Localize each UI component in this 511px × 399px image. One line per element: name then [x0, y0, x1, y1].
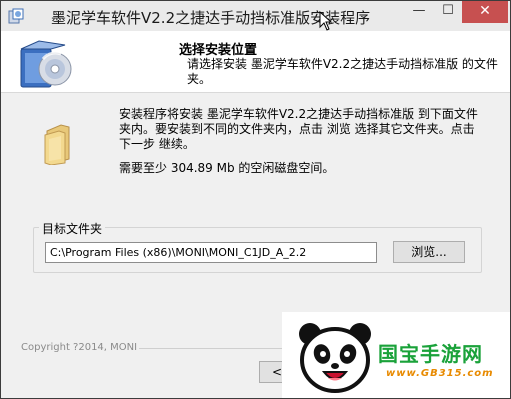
page-title: 选择安装位置: [179, 43, 258, 58]
copyright-text: Copyright ?2014, MONI: [21, 342, 138, 353]
destination-path-input[interactable]: [45, 242, 377, 263]
close-button[interactable]: ✕: [462, 1, 508, 23]
install-instruction: 安装程序将安装 墨泥学车软件V2.2之捷达手动挡标准版 到下面文件夹内。要安装到…: [119, 107, 478, 151]
title-bar[interactable]: 墨泥学车软件V2.2之捷达手动挡标准版安装程序 — ☐ ✕: [1, 1, 510, 31]
site-watermark: 国宝手游网 www.GB315.com: [282, 312, 510, 398]
installer-app-icon: [8, 8, 24, 24]
minimize-button[interactable]: —: [404, 1, 434, 23]
browse-button[interactable]: 浏览...: [393, 241, 465, 263]
installer-window: 墨泥学车软件V2.2之捷达手动挡标准版安装程序 — ☐ ✕ 选择安装位置 请选择…: [0, 0, 511, 399]
destination-label: 目标文件夹: [39, 220, 106, 237]
page-subtitle: 请选择安装 墨泥学车软件V2.2之捷达手动挡标准版 的文件夹。: [187, 57, 498, 86]
watermark-url: www.GB315.com: [386, 368, 494, 379]
space-required-text: 需要至少 304.89 Mb 的空闲磁盘空间。: [119, 161, 335, 175]
panda-logo-icon: [299, 323, 371, 393]
wizard-header: 选择安装位置 请选择安装 墨泥学车软件V2.2之捷达手动挡标准版 的文件夹。: [1, 31, 510, 93]
watermark-brand: 国宝手游网: [378, 342, 483, 366]
install-disc-icon: [20, 40, 72, 88]
mouse-cursor-icon: [319, 11, 333, 31]
maximize-button[interactable]: ☐: [434, 1, 462, 23]
folder-icon: [44, 124, 70, 165]
